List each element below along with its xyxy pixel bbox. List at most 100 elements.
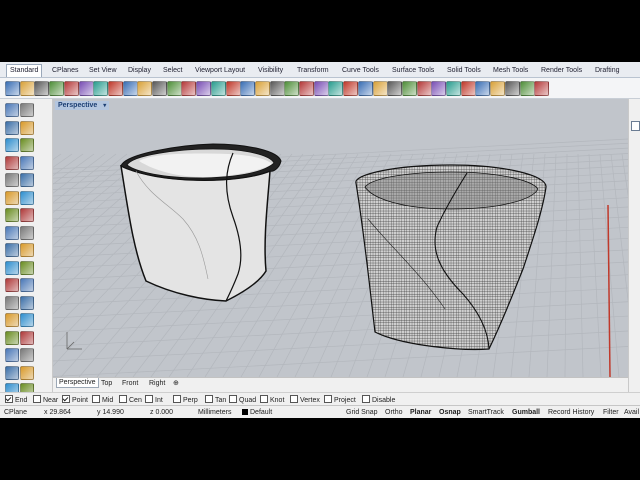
left-tool-3-1-icon[interactable] <box>20 155 34 170</box>
checkbox-icon[interactable] <box>33 395 41 403</box>
checkbox-icon[interactable] <box>205 395 213 403</box>
checkbox-icon[interactable] <box>229 395 237 403</box>
options-icon[interactable] <box>519 81 535 96</box>
tab-front[interactable]: Front <box>122 379 138 388</box>
osnap-end[interactable]: End <box>5 395 27 404</box>
perspective-viewport[interactable]: Perspective ▾ <box>53 99 628 377</box>
zoom-extents-icon[interactable] <box>210 81 226 96</box>
left-tool-8-1-icon[interactable] <box>20 243 34 257</box>
tab-visibility[interactable]: Visibility <box>258 65 283 77</box>
left-tool-10-0-icon[interactable] <box>5 278 19 292</box>
status-layer[interactable]: Default <box>242 408 272 417</box>
left-tool-1-1-icon[interactable] <box>20 120 34 135</box>
redo-icon[interactable] <box>137 81 153 96</box>
ortho-toggle[interactable]: Ortho <box>385 408 403 417</box>
light-icon[interactable] <box>372 81 388 96</box>
left-tool-12-1-icon[interactable] <box>20 313 34 327</box>
smarttrack-toggle[interactable]: SmartTrack <box>468 408 504 417</box>
render-icon[interactable] <box>401 81 417 96</box>
undo-icon[interactable] <box>122 81 138 96</box>
pan-icon[interactable] <box>152 81 167 96</box>
print-icon[interactable] <box>49 81 65 96</box>
grid-icon[interactable] <box>343 81 359 96</box>
left-tool-6-0-icon[interactable] <box>5 208 19 222</box>
new-icon[interactable] <box>5 81 20 96</box>
osnap-mid[interactable]: Mid <box>92 395 113 404</box>
left-tool-15-0-icon[interactable] <box>5 365 19 380</box>
osnap-near[interactable]: Near <box>33 395 58 404</box>
tab-curve-tools[interactable]: Curve Tools <box>342 65 379 77</box>
status-cplane[interactable]: CPlane <box>4 408 27 417</box>
object-properties-icon[interactable] <box>504 81 520 96</box>
left-tool-10-1-icon[interactable] <box>20 278 34 292</box>
tab-mesh-tools[interactable]: Mesh Tools <box>493 65 528 77</box>
osnap-point[interactable]: Point <box>62 395 88 404</box>
checkbox-icon[interactable] <box>173 395 181 403</box>
layers-icon[interactable] <box>357 81 373 96</box>
import-icon[interactable] <box>63 81 79 96</box>
checkbox-icon[interactable] <box>260 395 268 403</box>
left-tool-11-1-icon[interactable] <box>20 295 34 310</box>
tab-render-tools[interactable]: Render Tools <box>541 65 582 77</box>
left-tool-9-0-icon[interactable] <box>5 260 19 275</box>
left-tool-13-1-icon[interactable] <box>20 330 34 345</box>
left-tool-2-1-icon[interactable] <box>20 138 34 152</box>
tab-display[interactable]: Display <box>128 65 151 77</box>
car-icon[interactable] <box>269 81 285 96</box>
tab-standard[interactable]: Standard <box>6 64 43 77</box>
left-tool-4-0-icon[interactable] <box>5 173 19 187</box>
light-bulb-icon[interactable] <box>490 81 506 96</box>
left-tool-8-0-icon[interactable] <box>5 243 19 257</box>
paste-icon[interactable] <box>107 81 123 96</box>
osnap-quad[interactable]: Quad <box>229 395 256 404</box>
zoom-icon[interactable] <box>181 81 197 96</box>
osnap-tan[interactable]: Tan <box>205 395 226 404</box>
left-tool-7-0-icon[interactable] <box>5 225 19 240</box>
environment-icon[interactable] <box>475 81 491 96</box>
left-tool-0-0-icon[interactable] <box>5 103 19 117</box>
checkbox-icon[interactable] <box>362 395 370 403</box>
tab-set-view[interactable]: Set View <box>89 65 117 77</box>
left-tool-3-0-icon[interactable] <box>5 155 19 170</box>
panel-icon[interactable] <box>631 121 640 131</box>
tab-perspective[interactable]: Perspective <box>56 378 99 388</box>
display-mode-icon[interactable] <box>416 81 432 96</box>
osnap-cen[interactable]: Cen <box>119 395 142 404</box>
record-history-toggle[interactable]: Record History <box>548 408 594 417</box>
layout-icon[interactable] <box>299 81 314 96</box>
sphere-icon[interactable] <box>431 81 447 96</box>
cut-icon[interactable] <box>78 81 94 96</box>
shaded-sphere-2-icon[interactable] <box>460 81 476 96</box>
osnap-knot[interactable]: Knot <box>260 395 284 404</box>
left-tool-5-0-icon[interactable] <box>5 190 19 205</box>
filter-toggle[interactable]: Filter <box>603 408 619 417</box>
osnap-perp[interactable]: Perp <box>173 395 198 404</box>
copy-icon[interactable] <box>93 81 109 96</box>
four-view-icon[interactable] <box>313 81 329 96</box>
tab-transform[interactable]: Transform <box>297 65 329 77</box>
tab-right[interactable]: Right <box>149 379 165 388</box>
left-tool-1-0-icon[interactable] <box>5 120 19 135</box>
checkbox-icon[interactable] <box>62 395 70 403</box>
viewport-menu-arrow-icon[interactable]: ▾ <box>103 103 106 109</box>
left-tool-4-1-icon[interactable] <box>20 173 34 187</box>
osnap-toggle[interactable]: Osnap <box>439 408 461 417</box>
checkbox-icon[interactable] <box>290 395 298 403</box>
move-icon[interactable] <box>254 81 270 96</box>
viewport-title[interactable]: Perspective ▾ <box>55 101 110 110</box>
gumball-toggle[interactable]: Gumball <box>512 408 540 417</box>
zoom-selected-icon[interactable] <box>225 81 241 96</box>
save-icon[interactable] <box>34 81 50 96</box>
material-icon[interactable] <box>387 81 403 96</box>
left-tool-7-1-icon[interactable] <box>20 225 34 240</box>
left-tool-13-0-icon[interactable] <box>5 330 19 345</box>
left-tool-9-1-icon[interactable] <box>20 260 34 275</box>
left-tool-0-1-icon[interactable] <box>20 103 34 117</box>
left-tool-5-1-icon[interactable] <box>20 190 34 205</box>
left-tool-14-1-icon[interactable] <box>20 348 34 362</box>
help-icon[interactable] <box>534 81 550 96</box>
left-tool-11-0-icon[interactable] <box>5 295 19 310</box>
checkbox-icon[interactable] <box>5 395 13 403</box>
shaded-sphere-icon[interactable] <box>446 81 461 96</box>
osnap-vertex[interactable]: Vertex <box>290 395 320 404</box>
